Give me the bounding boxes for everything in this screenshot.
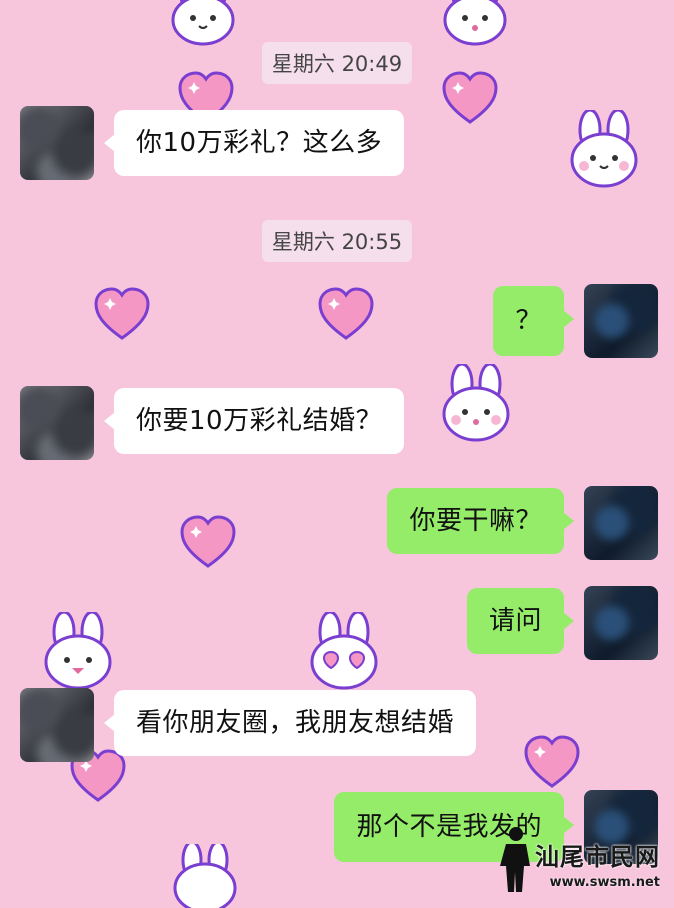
bunny-sticker-icon (440, 0, 510, 46)
watermark-title: 汕尾市民网 (535, 842, 660, 871)
bunny-sticker-icon (168, 0, 238, 46)
bunny-sticker-icon (170, 844, 240, 908)
heart-sticker-icon (316, 286, 376, 342)
site-watermark: 汕尾市民网 www.swsm.net (496, 824, 666, 894)
user-avatar[interactable] (584, 486, 658, 560)
bunny-sticker-icon (40, 612, 116, 690)
heart-sticker-icon (92, 286, 152, 342)
bunny-sticker-icon (438, 364, 514, 442)
message-timestamp: 星期六 20:49 (261, 42, 413, 84)
incoming-message-bubble[interactable]: 你10万彩礼？这么多 (103, 110, 405, 176)
user-avatar[interactable] (584, 586, 658, 660)
outgoing-message-bubble[interactable]: 你要干嘛？ (387, 488, 574, 554)
message-timestamp: 星期六 20:55 (261, 220, 413, 262)
incoming-message-bubble[interactable]: 看你朋友圈，我朋友想结婚 (103, 690, 477, 756)
outgoing-message-bubble[interactable]: ？ (493, 286, 574, 356)
user-avatar[interactable] (584, 284, 658, 358)
incoming-message-bubble[interactable]: 你要10万彩礼结婚？ (103, 388, 405, 454)
heart-sticker-icon (178, 514, 238, 570)
heart-sticker-icon (522, 734, 582, 790)
contact-avatar[interactable] (20, 106, 94, 180)
contact-avatar[interactable] (20, 688, 94, 762)
outgoing-message-bubble[interactable]: 请问 (466, 588, 575, 654)
watermark-url: www.swsm.net (549, 875, 660, 890)
bunny-sticker-icon (306, 612, 382, 690)
contact-avatar[interactable] (20, 386, 94, 460)
heart-sticker-icon (440, 70, 500, 126)
person-silhouette-icon (500, 827, 530, 892)
bunny-sticker-icon (566, 110, 642, 188)
